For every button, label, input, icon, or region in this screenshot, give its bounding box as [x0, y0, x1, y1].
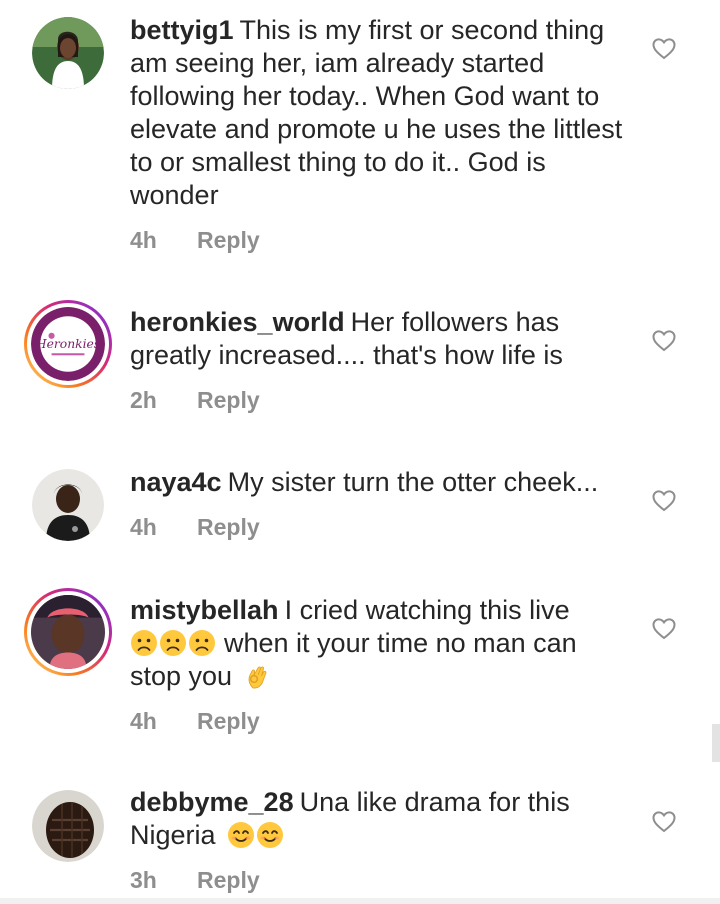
user-photo-icon	[32, 17, 104, 89]
like-heart-icon[interactable]	[652, 489, 676, 513]
ok-hand-emoji	[244, 662, 272, 690]
avatar[interactable]	[24, 588, 112, 676]
comment-timestamp: 4h	[130, 708, 157, 734]
worried-face-emoji	[159, 629, 187, 657]
bottom-divider	[0, 898, 720, 904]
user-photo-icon	[32, 790, 104, 862]
reply-button[interactable]: Reply	[197, 384, 260, 416]
like-heart-icon[interactable]	[652, 810, 676, 834]
reply-button[interactable]: Reply	[197, 224, 260, 256]
reply-button[interactable]: Reply	[197, 705, 260, 737]
reply-button[interactable]: Reply	[197, 511, 260, 543]
like-heart-icon[interactable]	[652, 617, 676, 641]
comment-username[interactable]: heronkies_world	[130, 307, 345, 337]
smiling-face-emoji	[256, 821, 284, 849]
avatar[interactable]: Heronkies	[24, 300, 112, 388]
comment-text: My sister turn the otter cheek...	[227, 467, 599, 497]
avatar[interactable]	[32, 469, 104, 541]
reply-button[interactable]: Reply	[197, 864, 260, 896]
user-photo-icon	[31, 595, 105, 669]
user-photo-icon	[32, 469, 104, 541]
comment-username[interactable]: debbyme_28	[130, 787, 294, 817]
scrollbar-thumb[interactable]	[712, 724, 720, 762]
comment-timestamp: 3h	[130, 867, 157, 893]
comment-username[interactable]: mistybellah	[130, 595, 279, 625]
like-heart-icon[interactable]	[652, 37, 676, 61]
worried-face-emoji	[188, 629, 216, 657]
brand-logo-text: Heronkies	[35, 337, 100, 351]
comment-username[interactable]: naya4c	[130, 467, 222, 497]
smiling-face-emoji	[227, 821, 255, 849]
avatar[interactable]	[32, 17, 104, 89]
avatar[interactable]	[32, 790, 104, 862]
comment-text: I cried watching this live	[284, 595, 570, 625]
like-heart-icon[interactable]	[652, 329, 676, 353]
comment-timestamp: 4h	[130, 227, 157, 253]
brand-logo-icon: Heronkies	[31, 307, 105, 381]
worried-face-emoji	[130, 629, 158, 657]
comment-timestamp: 2h	[130, 387, 157, 413]
comment-username[interactable]: bettyig1	[130, 15, 234, 45]
comment-timestamp: 4h	[130, 514, 157, 540]
